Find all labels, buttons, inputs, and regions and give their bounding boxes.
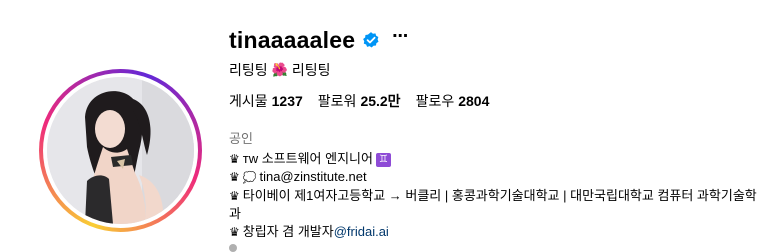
- gemini-icon: ♊: [375, 153, 391, 167]
- avatar-photo: [47, 77, 194, 224]
- display-name-left: 리팅팅: [229, 62, 268, 78]
- bio-email: tina@zinstitute.net: [259, 169, 367, 184]
- display-name-row: 리팅팅 🌺 리팅팅: [229, 60, 330, 80]
- bio-line-1: ♛ ᴛᴡ 소프트웨어 엔지니어 ♊: [229, 150, 757, 168]
- bio-line-1-text: ᴛᴡ 소프트웨어 엔지니어: [242, 151, 373, 166]
- followers-label: 팔로워: [317, 93, 357, 109]
- bio-education: 타이베이 제1여자고등학교 → 버클리 | 홍콩과학기술대학교 | 대만국립대학…: [229, 188, 757, 221]
- bio-line-4: ♛ 창립자 겸 개발자@fridai.ai: [229, 223, 757, 241]
- category-label: 공인: [229, 131, 253, 146]
- thought-bubble-icon: 💭: [242, 172, 257, 184]
- title-row: tinaaaaalee ⋯: [229, 25, 408, 55]
- crown-icon: ♛: [229, 225, 240, 239]
- bio-line-2: ♛ 💭 tina@zinstitute.net: [229, 168, 757, 187]
- following-label: 팔로우: [415, 93, 455, 109]
- bio-role: 창립자 겸 개발자: [242, 224, 334, 239]
- bio-mention-link[interactable]: @fridai.ai: [334, 224, 389, 239]
- followers-value: 25.2만: [360, 93, 401, 109]
- flower-icon: 🌺: [271, 62, 288, 77]
- crown-icon: ♛: [229, 170, 240, 184]
- display-name-right: 리팅팅: [291, 62, 331, 78]
- following-link[interactable]: 팔로우 2804: [416, 91, 490, 111]
- following-value: 2804: [458, 93, 490, 109]
- username: tinaaaaalee: [229, 26, 356, 53]
- crown-icon: ♛: [229, 189, 240, 203]
- crown-icon: ♛: [229, 152, 240, 166]
- posts-value: 1237: [271, 93, 303, 109]
- clipped-icon: [229, 244, 237, 252]
- more-options-icon[interactable]: ⋯: [392, 29, 408, 45]
- verified-badge-icon: [362, 31, 380, 49]
- stats-row: 게시물 1237 팔로워 25.2만 팔로우 2804: [229, 91, 504, 111]
- profile-avatar-ring[interactable]: [39, 69, 202, 232]
- avatar[interactable]: [47, 77, 194, 224]
- clipped-next-line: [229, 244, 237, 252]
- bio-line-3: ♛ 타이베이 제1여자고등학교 → 버클리 | 홍콩과학기술대학교 | 대만국립대…: [229, 187, 757, 223]
- posts-count: 게시물 1237: [229, 91, 303, 111]
- posts-label: 게시물: [229, 93, 268, 109]
- bio: ♛ ᴛᴡ 소프트웨어 엔지니어 ♊ ♛ 💭 tina@zinstitute.net ♛ 타…: [229, 150, 757, 241]
- followers-link[interactable]: 팔로워 25.2만: [318, 91, 401, 111]
